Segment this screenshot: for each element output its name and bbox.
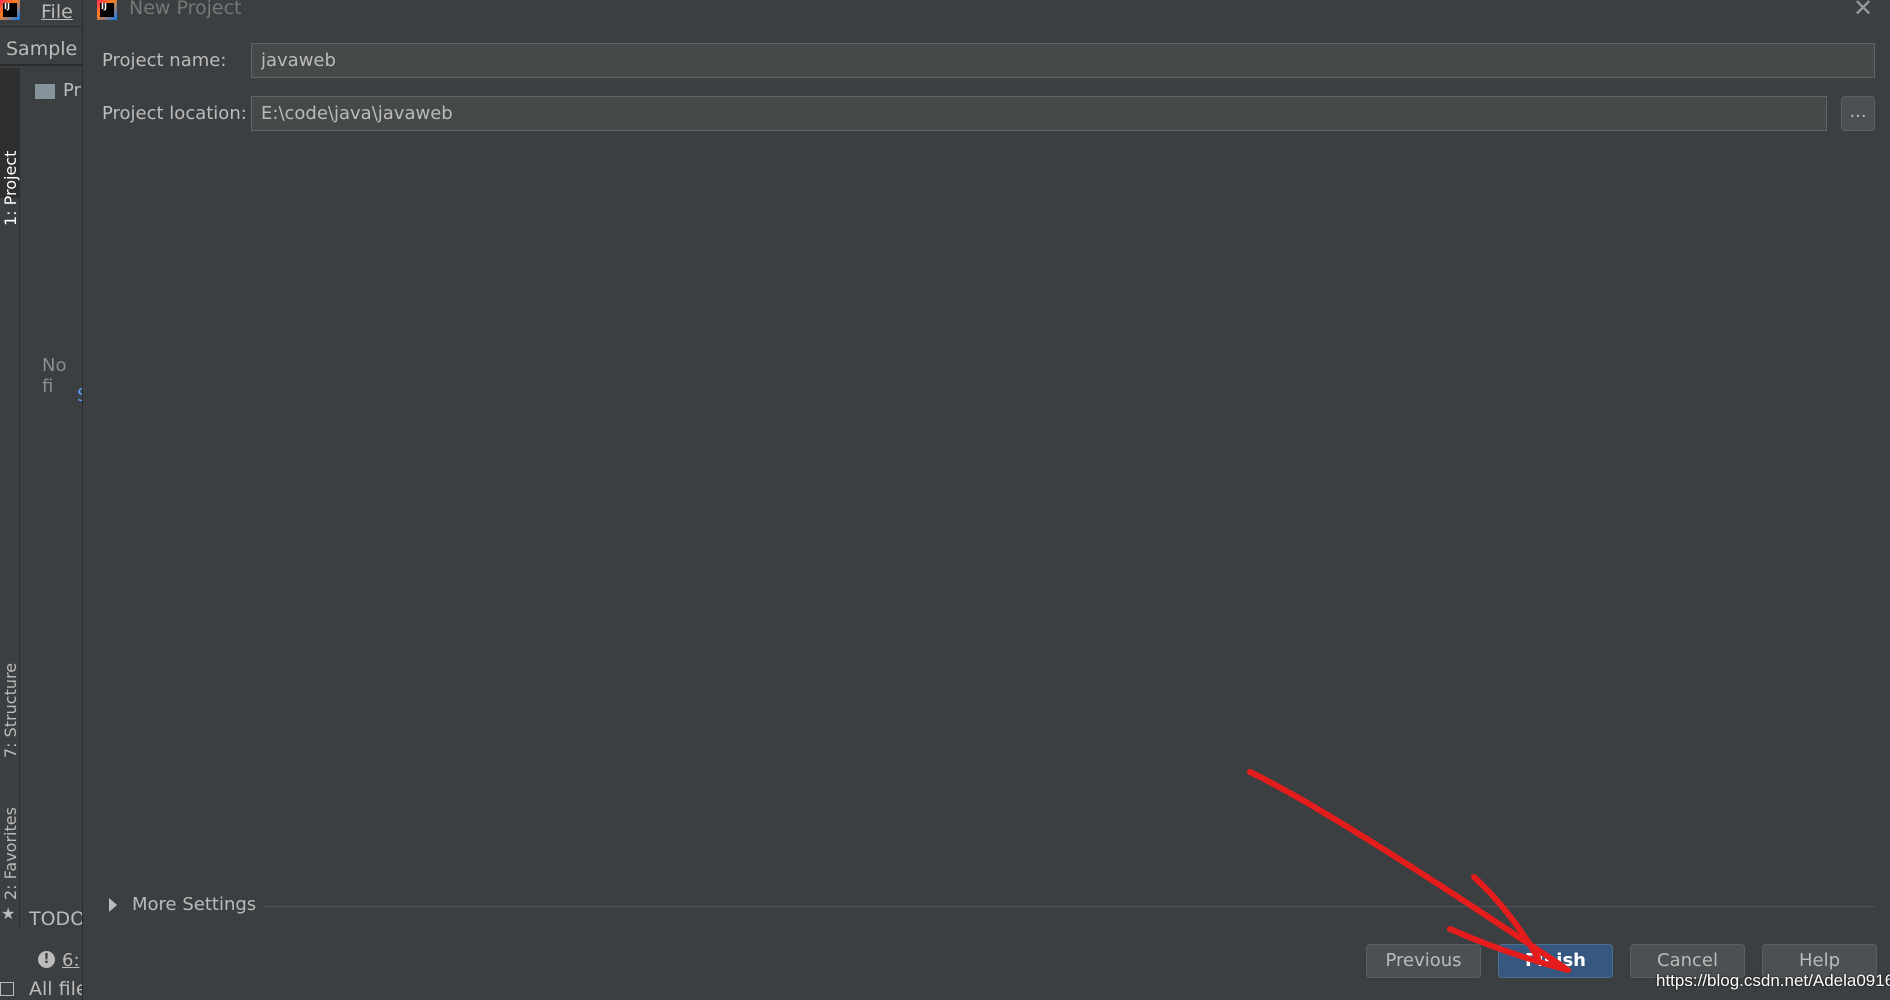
arrow-stroke (1447, 926, 1571, 973)
arrow-stroke (1247, 769, 1568, 971)
red-arrow-annotation (1247, 769, 1571, 973)
watermark: https://blog.csdn.net/Adela0916 (1656, 971, 1890, 990)
